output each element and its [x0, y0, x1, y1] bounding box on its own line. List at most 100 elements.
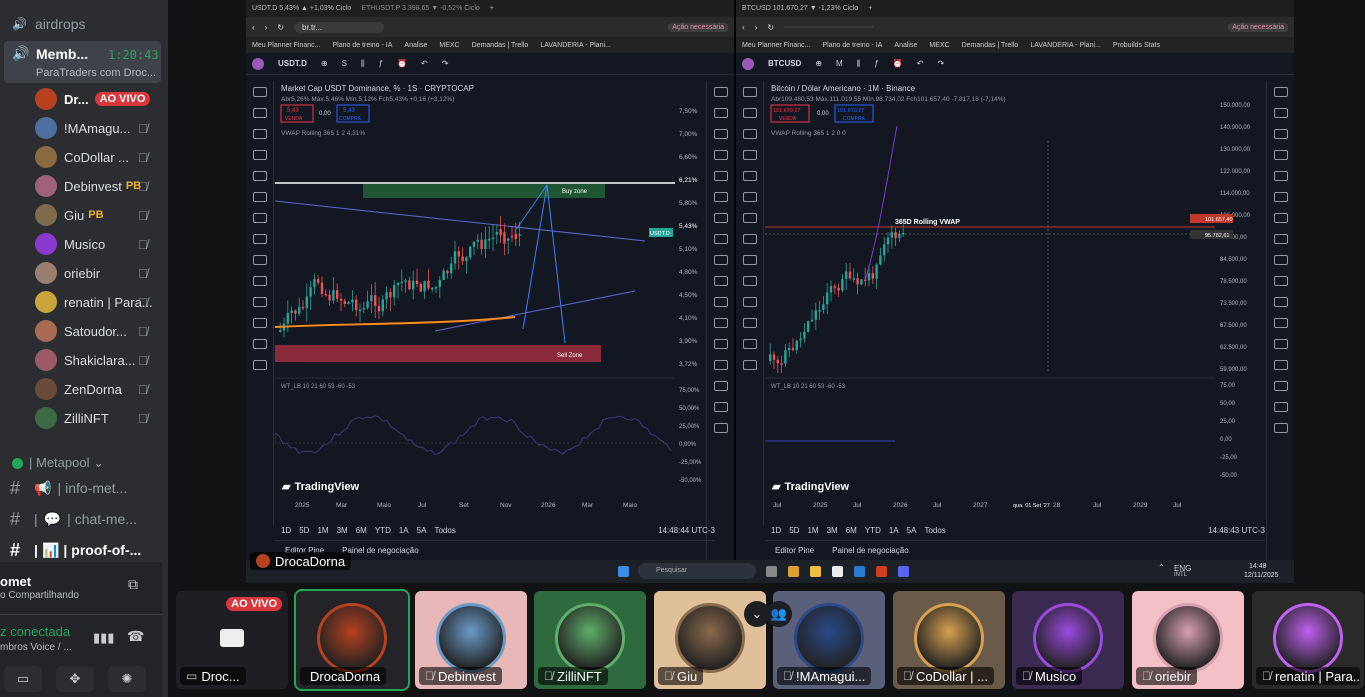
- range-button[interactable]: 6M: [846, 526, 857, 535]
- brave-icon[interactable]: [876, 566, 887, 577]
- voice-member[interactable]: !MAmagu... 🎙̸: [0, 114, 168, 142]
- tool-icon[interactable]: [252, 234, 267, 244]
- alert-icon[interactable]: ⏰: [397, 59, 407, 68]
- new-tab-icon[interactable]: +: [490, 5, 494, 12]
- tool-icon[interactable]: [1273, 297, 1288, 307]
- tool-icon[interactable]: [742, 213, 757, 223]
- tool-icon[interactable]: [1273, 339, 1288, 349]
- tool-icon[interactable]: [742, 255, 757, 265]
- interval-button[interactable]: S: [342, 59, 347, 68]
- tool-icon[interactable]: [742, 276, 757, 286]
- tool-icon[interactable]: [252, 213, 267, 223]
- tool-icon[interactable]: [742, 297, 757, 307]
- tool-icon[interactable]: [713, 318, 728, 328]
- tool-icon[interactable]: [713, 87, 728, 97]
- voice-member[interactable]: Satoudor... 🎙̸: [0, 317, 168, 345]
- bookmark-item[interactable]: LAVANDERIA - Plani...: [540, 42, 611, 49]
- tool-icon[interactable]: [742, 192, 757, 202]
- tool-icon[interactable]: [713, 150, 728, 160]
- back-icon[interactable]: ‹: [742, 23, 745, 32]
- tool-icon[interactable]: [1273, 171, 1288, 181]
- tool-icon[interactable]: [713, 423, 728, 433]
- bookmark-item[interactable]: Analise: [404, 42, 427, 49]
- tool-icon[interactable]: [252, 255, 267, 265]
- forward-icon[interactable]: ›: [265, 23, 268, 32]
- tool-icon[interactable]: [1273, 213, 1288, 223]
- address-input[interactable]: [784, 26, 875, 28]
- tool-icon[interactable]: [252, 171, 267, 181]
- bookmark-item[interactable]: Meu Planner Financ...: [252, 42, 320, 49]
- avatar[interactable]: [252, 57, 264, 70]
- participant-tile[interactable]: 🎙̸ Musico: [1012, 591, 1124, 689]
- voice-member[interactable]: renatin | Para... 🎙̸: [0, 288, 168, 316]
- soundboard-button[interactable]: ✺: [108, 666, 146, 692]
- voice-member[interactable]: Giu PB 🎙̸: [0, 201, 168, 229]
- voice-member[interactable]: CoDollar ... 🎙̸: [0, 143, 168, 171]
- range-button[interactable]: 1A: [889, 526, 899, 535]
- redo-icon[interactable]: ↷: [442, 59, 449, 68]
- tool-icon[interactable]: [713, 234, 728, 244]
- participant-tile[interactable]: 🎙̸ CoDollar | ...: [893, 591, 1005, 689]
- widgets-icon[interactable]: [788, 566, 799, 577]
- tool-icon[interactable]: [713, 402, 728, 412]
- category-metapool[interactable]: | Metapool ⌄: [0, 449, 168, 477]
- tool-icon[interactable]: [1273, 360, 1288, 370]
- range-button[interactable]: 6M: [356, 526, 367, 535]
- text-channel-info[interactable]: # 📢 | info-met...: [0, 474, 168, 502]
- bookmark-item[interactable]: Probuilds Stats: [1113, 42, 1160, 49]
- bookmark-item[interactable]: MEXC: [439, 42, 459, 49]
- tool-icon[interactable]: [713, 255, 728, 265]
- taskbar-search[interactable]: Pesquisar: [638, 563, 756, 579]
- tool-icon[interactable]: [252, 108, 267, 118]
- tool-icon[interactable]: [742, 360, 757, 370]
- bookmark-item[interactable]: Analise: [894, 42, 917, 49]
- range-button[interactable]: Todos: [434, 526, 455, 535]
- voice-member[interactable]: Debinvest PB 🎙̸: [0, 172, 168, 200]
- tool-icon[interactable]: [1273, 87, 1288, 97]
- disconnect-icon[interactable]: ☎: [127, 628, 144, 645]
- range-button[interactable]: YTD: [865, 526, 881, 535]
- tool-icon[interactable]: [742, 234, 757, 244]
- range-button[interactable]: 3M: [827, 526, 838, 535]
- undo-icon[interactable]: ↶: [917, 59, 924, 68]
- tool-icon[interactable]: [252, 276, 267, 286]
- edge-icon[interactable]: [854, 566, 865, 577]
- participant-tile[interactable]: 🎙̸ !MAmagui...: [773, 591, 885, 689]
- tool-icon[interactable]: [742, 129, 757, 139]
- tool-icon[interactable]: [713, 360, 728, 370]
- tool-icon[interactable]: [713, 213, 728, 223]
- file-explorer-icon[interactable]: [810, 566, 821, 577]
- indicators-icon[interactable]: ƒ: [379, 59, 383, 68]
- tool-icon[interactable]: [1273, 276, 1288, 286]
- range-button[interactable]: Todos: [924, 526, 945, 535]
- tool-icon[interactable]: [252, 297, 267, 307]
- participant-tile[interactable]: DrocaDorna: [294, 589, 410, 691]
- tool-icon[interactable]: [1273, 129, 1288, 139]
- voice-member[interactable]: ZenDorna 🎙̸: [0, 375, 168, 403]
- bookmark-item[interactable]: LAVANDERIA - Plani...: [1030, 42, 1101, 49]
- tool-icon[interactable]: [252, 339, 267, 349]
- tool-icon[interactable]: [1273, 402, 1288, 412]
- tool-icon[interactable]: [713, 276, 728, 286]
- tool-icon[interactable]: [1273, 192, 1288, 202]
- signal-icon[interactable]: ▮▮▮: [93, 630, 114, 646]
- bookmark-item[interactable]: Demandas | Trello: [962, 42, 1019, 49]
- range-button[interactable]: 3M: [337, 526, 348, 535]
- tool-icon[interactable]: [1273, 150, 1288, 160]
- avatar[interactable]: [742, 57, 754, 70]
- tool-icon[interactable]: [713, 381, 728, 391]
- voice-member[interactable]: Shakiclara... 🎙̸: [0, 346, 168, 374]
- tab-btc[interactable]: BTCUSD 101.670,27 ▼ -1,23% Ciclo: [742, 5, 858, 12]
- tool-icon[interactable]: [252, 129, 267, 139]
- redo-icon[interactable]: ↷: [938, 59, 945, 68]
- range-button[interactable]: 5D: [299, 526, 309, 535]
- pine-editor-tab[interactable]: Editor Pine: [775, 546, 814, 555]
- bookmark-item[interactable]: Plano de treino - IA: [822, 42, 882, 49]
- tool-icon[interactable]: [742, 171, 757, 181]
- channel-airdrops[interactable]: 🔊 airdrops: [0, 10, 168, 38]
- tool-icon[interactable]: [742, 150, 757, 160]
- participant-tile[interactable]: 🎙̸ renatin | Para...: [1252, 591, 1364, 689]
- btc-chart[interactable]: Bitcoin / Dólar Americano · 1M · Binance…: [765, 81, 1265, 511]
- tool-icon[interactable]: [252, 318, 267, 328]
- trading-panel-tab[interactable]: Painel de negociação: [342, 546, 419, 555]
